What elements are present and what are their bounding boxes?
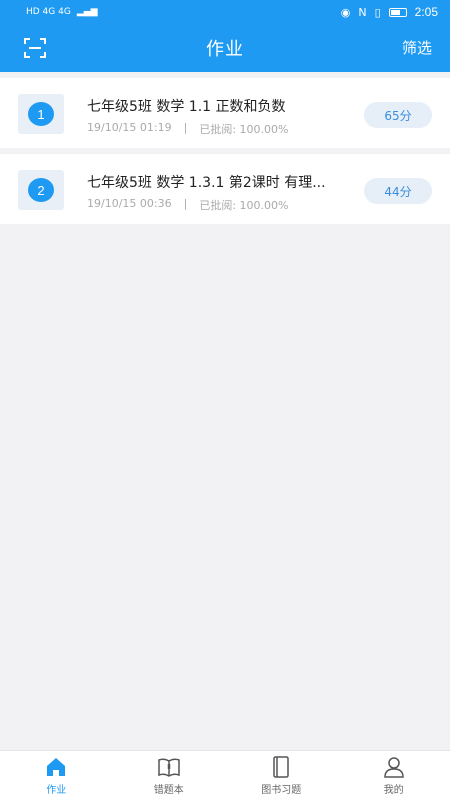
battery-icon [388,7,407,17]
tab-label: 图书习题 [261,785,302,796]
tab-mistakes[interactable]: 错题本 [113,751,226,800]
signal-text: HD 4G 4G [26,7,71,17]
assignment-title: 七年级5班 数学 1.3.1 第2课时 有理... [87,175,326,191]
index-box: 2 [18,170,64,210]
index-badge: 2 [28,178,54,202]
tab-label: 作业 [46,785,67,796]
page-title: 作业 [206,39,244,60]
notebook-icon [273,756,289,778]
status-time: 2:05 [414,5,438,19]
meta-separator: | [183,121,188,134]
user-icon [383,757,404,778]
home-icon [47,758,66,776]
app-header: 作业 筛选 [0,24,450,72]
review-status: 已批阅: 100.00% [199,199,289,212]
filter-button[interactable]: 筛选 [402,37,432,58]
book-icon [158,758,180,777]
status-signal-group: HD 4G 4G ▂▄▆ [26,7,98,17]
tab-label: 错题本 [153,785,184,796]
vibrate-icon: ▯ [374,5,381,19]
status-bar: HD 4G 4G ▂▄▆ ◉ N ▯ 2:05 [0,0,450,24]
score-badge[interactable]: 44分 [364,178,432,204]
assignment-item[interactable]: 1 七年级5班 数学 1.1 正数和负数 19/10/15 01:19 | 已批… [0,78,450,148]
score-badge[interactable]: 65分 [364,102,432,128]
assignment-time: 19/10/15 01:19 [87,121,172,134]
review-status: 已批阅: 100.00% [199,123,289,136]
status-right-group: ◉ N ▯ 2:05 [341,5,438,19]
tab-profile[interactable]: 我的 [338,751,450,800]
index-box: 1 [18,94,64,134]
assignment-item[interactable]: 2 七年级5班 数学 1.3.1 第2课时 有理... 19/10/15 00:… [0,154,450,224]
tab-label: 我的 [383,785,404,796]
eye-icon: ◉ [340,5,351,19]
meta-separator: | [183,197,188,210]
assignment-list: 1 七年级5班 数学 1.1 正数和负数 19/10/15 01:19 | 已批… [0,72,450,224]
signal-icon: ▂▄▆ [76,7,98,17]
assignment-meta: 19/10/15 00:36 | 已批阅: 100.00% [87,197,288,213]
scan-icon[interactable] [24,38,46,58]
tab-book-exercises[interactable]: 图书习题 [225,751,338,800]
assignment-time: 19/10/15 00:36 [87,197,172,210]
assignment-title: 七年级5班 数学 1.1 正数和负数 [87,99,286,115]
assignment-meta: 19/10/15 01:19 | 已批阅: 100.00% [87,121,288,137]
tab-homework[interactable]: 作业 [0,751,113,800]
index-badge: 1 [28,102,54,126]
nfc-icon: N [358,5,367,19]
bottom-tabbar: 作业 错题本 图书习题 我的 [0,750,450,800]
